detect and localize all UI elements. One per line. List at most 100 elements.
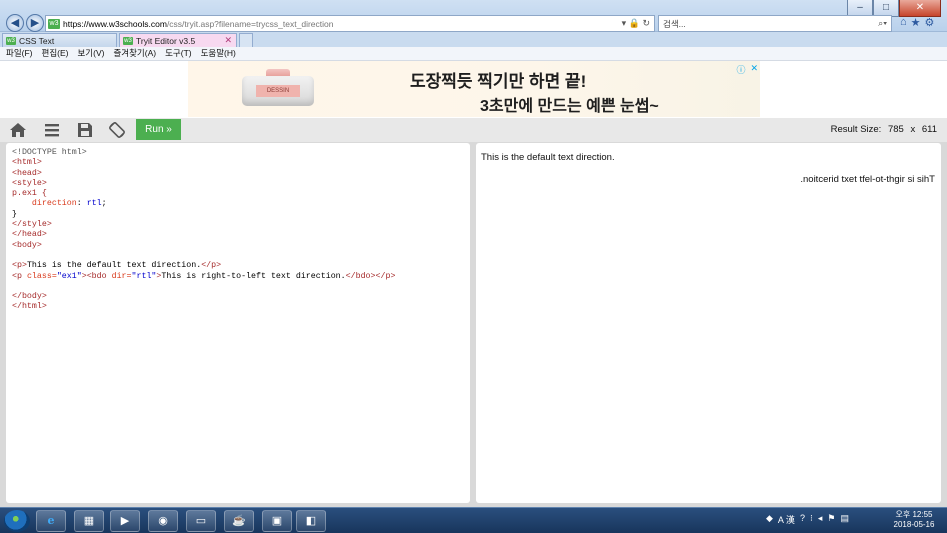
result-rtl-text: This is right-to-left text direction. (800, 174, 935, 185)
flag-icon[interactable]: ⚑ (827, 513, 835, 526)
close-window-button[interactable]: ✕ (899, 0, 941, 17)
command-prompt-icon[interactable]: ▭ (186, 510, 216, 532)
forward-button[interactable]: ▶ (26, 14, 44, 32)
ad-headline: 도장찍듯 찍기만 하면 끝! (410, 72, 587, 91)
home-icon[interactable] (9, 121, 27, 139)
result-size-label: Result Size: (830, 124, 882, 135)
code-line: </style> (12, 220, 470, 230)
result-width: 785 (887, 124, 904, 135)
volume-icon[interactable]: ◂ (818, 513, 823, 526)
code-token: <html> (12, 158, 42, 168)
vscode-icon[interactable]: ◧ (296, 510, 326, 532)
code-line: } (12, 210, 470, 220)
file-explorer-icon[interactable]: ▦ (74, 510, 104, 532)
code-token: direction (31, 199, 77, 209)
code-line: <head> (12, 169, 470, 179)
clock-date: 2018-05-16 (893, 520, 935, 529)
office-app-icon[interactable]: ▣ (262, 510, 292, 532)
code-line: <style> (12, 179, 470, 189)
media-player-icon[interactable]: ▶ (110, 510, 140, 532)
ad-banner[interactable]: DESSIN 도장찍듯 찍기만 하면 끝! 3초만에 만드는 예쁜 눈썹~ ⓘ … (188, 61, 760, 117)
tryit-workspace: <!DOCTYPE html> <html> <head> <style> p.ex1 … (0, 142, 947, 507)
ime-indicator[interactable]: A 漢 (778, 513, 795, 526)
result-default-text: This is the default text direction. (481, 152, 615, 163)
back-arrow-icon: ◀ (10, 17, 20, 29)
language-bar-icon[interactable]: ◆ (766, 513, 773, 526)
tryit-toolbar: Run » Result Size: 785 x 611 (0, 118, 947, 142)
refresh-icon[interactable]: ↻ (642, 18, 650, 28)
start-button[interactable] (4, 510, 30, 532)
w3schools-favicon-icon: w3 (48, 18, 60, 29)
run-button[interactable]: Run » (136, 119, 181, 140)
favorites-star-icon[interactable]: ★ (911, 16, 921, 29)
save-icon[interactable] (76, 121, 94, 139)
ad-close-icon[interactable]: ✕ (750, 63, 758, 76)
result-frame: This is the default text direction. This… (476, 143, 941, 503)
w3schools-tab-icon: w3 (123, 36, 133, 45)
result-size-indicator: Result Size: 785 x 611 (831, 124, 937, 135)
search-icon[interactable]: ⌕▾ (878, 18, 891, 29)
code-token: ; (101, 199, 107, 209)
dropdown-icon[interactable]: ▾ (622, 18, 627, 28)
clock-time: 오후 12:55 (895, 510, 933, 519)
code-token: rtl (86, 199, 102, 209)
menu-file[interactable]: 파일(F) (6, 47, 33, 60)
code-token: "ex1" (56, 271, 82, 281)
tab-tryit-editor[interactable]: w3 Tryit Editor v3.5 ✕ (119, 33, 237, 47)
system-tray: ◆ A 漢 ? ⁝ ◂ ⚑ ▤ (766, 513, 849, 526)
address-url[interactable]: https://www.w3schools.com/css/tryit.asp?… (63, 19, 622, 29)
code-token: <!DOCTYPE html> (12, 148, 87, 157)
home-page-icon[interactable]: ⌂ (900, 16, 907, 29)
code-token: <p (12, 271, 27, 281)
chrome-icon[interactable]: ◉ (148, 510, 178, 532)
lock-icon[interactable]: 🔒 (629, 18, 640, 28)
menu-view[interactable]: 보기(V) (77, 47, 104, 60)
help-icon[interactable]: ? (800, 513, 805, 526)
result-height: 611 (921, 124, 937, 135)
search-box[interactable]: 검색... ⌕▾ (658, 15, 892, 32)
windows-taskbar: e ▦ ▶ ◉ ▭ ☕ ▣ ◧ ◆ A 漢 ? ⁝ ◂ ⚑ ▤ 오후 12:55… (0, 507, 947, 533)
code-token: This is right-to-left text direction. (161, 271, 346, 281)
code-token: </body> (12, 292, 47, 302)
code-token: } (12, 209, 17, 219)
rotate-screen-icon[interactable] (108, 121, 126, 139)
tab-close-icon[interactable]: ✕ (224, 35, 232, 46)
code-line: p.ex1 { (12, 189, 470, 199)
menu-help[interactable]: 도움말(H) (201, 47, 236, 60)
java-icon[interactable]: ☕ (224, 510, 254, 532)
code-editor[interactable]: <!DOCTYPE html> <html> <head> <style> p.ex1 … (6, 143, 470, 503)
network-icon[interactable]: ▤ (840, 513, 849, 526)
taskbar-clock[interactable]: 오후 12:55 2018-05-16 (888, 510, 940, 530)
result-size-separator: x (910, 124, 916, 135)
code-token: </p> (201, 261, 222, 271)
browser-tabbar: w3 CSS Text w3 Tryit Editor v3.5 ✕ (0, 32, 947, 47)
settings-gear-icon[interactable]: ⚙ (925, 16, 935, 29)
menu-favorites[interactable]: 즐겨찾기(A) (113, 47, 156, 60)
product-label: DESSIN (256, 85, 300, 97)
menu-edit[interactable]: 편집(E) (42, 47, 69, 60)
tray-expand-icon[interactable]: ⁝ (810, 513, 813, 526)
code-token: <style> (12, 178, 47, 188)
new-tab-button[interactable] (239, 33, 253, 47)
code-token: <p> (12, 261, 27, 271)
search-input[interactable]: 검색... (663, 18, 878, 30)
tab-label: CSS Text (19, 35, 55, 46)
code-line: <body> (12, 241, 470, 251)
tab-css-text[interactable]: w3 CSS Text (2, 33, 117, 47)
menu-icon[interactable] (43, 121, 61, 139)
code-line: </html> (12, 302, 470, 312)
ad-badges: ⓘ ✕ (736, 63, 758, 76)
ad-info-icon[interactable]: ⓘ (736, 63, 745, 76)
code-token: <head> (12, 168, 42, 178)
code-line: <p>This is the default text direction.</… (12, 261, 470, 271)
internet-explorer-icon[interactable]: e (36, 510, 66, 532)
ad-product-image: DESSIN (238, 69, 318, 113)
menu-tools[interactable]: 도구(T) (165, 47, 192, 60)
back-button[interactable]: ◀ (6, 14, 24, 32)
code-line: <p class="ex1"><bdo dir="rtl">This is ri… (12, 272, 470, 282)
tab-label: Tryit Editor v3.5 (136, 35, 196, 46)
address-bar[interactable]: w3 https://www.w3schools.com/css/tryit.a… (45, 15, 655, 32)
rtl-bdo: This is right-to-left text direction. (800, 174, 935, 185)
